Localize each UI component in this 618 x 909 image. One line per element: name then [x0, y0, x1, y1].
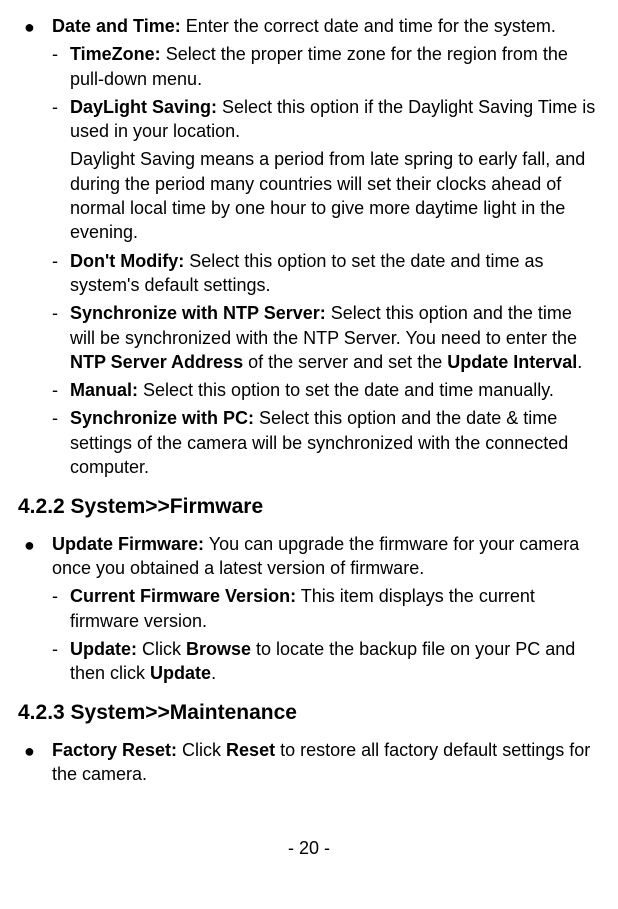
date-time-item: ● Date and Time: Enter the correct date … — [18, 14, 600, 479]
timezone-item: - TimeZone: Select the proper time zone … — [52, 42, 600, 91]
ntp-bold1: NTP Server Address — [70, 352, 243, 372]
ntp-text: Synchronize with NTP Server: Select this… — [70, 301, 600, 374]
page-number: - 20 - — [18, 836, 600, 860]
update-text-before: Click — [137, 639, 186, 659]
dont-modify-text: Don't Modify: Select this option to set … — [70, 249, 600, 298]
ntp-label: Synchronize with NTP Server: — [70, 303, 326, 323]
sync-pc-item: - Synchronize with PC: Select this optio… — [52, 406, 600, 479]
ntp-text-mid: of the server and set the — [243, 352, 447, 372]
manual-desc: Select this option to set the date and t… — [138, 380, 554, 400]
date-time-desc: Enter the correct date and time for the … — [181, 16, 556, 36]
update-bold2: Update — [150, 663, 211, 683]
update-firmware-content: Update Firmware: You can upgrade the fir… — [52, 532, 600, 686]
factory-reset-content: Factory Reset: Click Reset to restore al… — [52, 738, 600, 787]
factory-reset-bold1: Reset — [226, 740, 275, 760]
current-version-label: Current Firmware Version: — [70, 586, 296, 606]
heading-firmware: 4.2.2 System>>Firmware — [18, 493, 600, 521]
heading-maintenance: 4.2.3 System>>Maintenance — [18, 699, 600, 727]
update-sub-label: Update: — [70, 639, 137, 659]
dont-modify-item: - Don't Modify: Select this option to se… — [52, 249, 600, 298]
daylight-label: DayLight Saving: — [70, 97, 217, 117]
dash-icon: - — [52, 95, 70, 144]
timezone-label: TimeZone: — [70, 44, 161, 64]
sync-pc-text: Synchronize with PC: Select this option … — [70, 406, 600, 479]
factory-reset-text-before: Click — [177, 740, 226, 760]
current-version-item: - Current Firmware Version: This item di… — [52, 584, 600, 633]
factory-reset-line: Factory Reset: Click Reset to restore al… — [52, 740, 590, 784]
dash-icon: - — [52, 249, 70, 298]
daylight-text: DayLight Saving: Select this option if t… — [70, 95, 600, 144]
ntp-text-after: . — [577, 352, 582, 372]
manual-label: Manual: — [70, 380, 138, 400]
dash-icon: - — [52, 406, 70, 479]
update-sub-text: Update: Click Browse to locate the backu… — [70, 637, 600, 686]
dont-modify-label: Don't Modify: — [70, 251, 184, 271]
timezone-text: TimeZone: Select the proper time zone fo… — [70, 42, 600, 91]
dash-icon: - — [52, 301, 70, 374]
dash-icon: - — [52, 378, 70, 402]
dash-icon: - — [52, 42, 70, 91]
sync-pc-label: Synchronize with PC: — [70, 408, 254, 428]
ntp-item: - Synchronize with NTP Server: Select th… — [52, 301, 600, 374]
date-time-content: Date and Time: Enter the correct date an… — [52, 14, 600, 479]
current-version-text: Current Firmware Version: This item disp… — [70, 584, 600, 633]
dash-icon: - — [52, 637, 70, 686]
manual-text: Manual: Select this option to set the da… — [70, 378, 600, 402]
update-firmware-line: Update Firmware: You can upgrade the fir… — [52, 534, 579, 578]
dash-icon: - — [52, 584, 70, 633]
update-firmware-label: Update Firmware: — [52, 534, 204, 554]
update-firmware-item: ● Update Firmware: You can upgrade the f… — [18, 532, 600, 686]
update-text-after: . — [211, 663, 216, 683]
date-time-label: Date and Time: Enter the correct date an… — [52, 16, 556, 36]
factory-reset-item: ● Factory Reset: Click Reset to restore … — [18, 738, 600, 787]
daylight-para: Daylight Saving means a period from late… — [70, 147, 600, 244]
date-time-label-bold: Date and Time: — [52, 16, 181, 36]
bullet-icon: ● — [18, 532, 52, 686]
update-bold1: Browse — [186, 639, 251, 659]
daylight-item: - DayLight Saving: Select this option if… — [52, 95, 600, 144]
factory-reset-label: Factory Reset: — [52, 740, 177, 760]
bullet-icon: ● — [18, 738, 52, 787]
ntp-bold2: Update Interval — [447, 352, 577, 372]
bullet-icon: ● — [18, 14, 52, 479]
update-sub-item: - Update: Click Browse to locate the bac… — [52, 637, 600, 686]
manual-item: - Manual: Select this option to set the … — [52, 378, 600, 402]
